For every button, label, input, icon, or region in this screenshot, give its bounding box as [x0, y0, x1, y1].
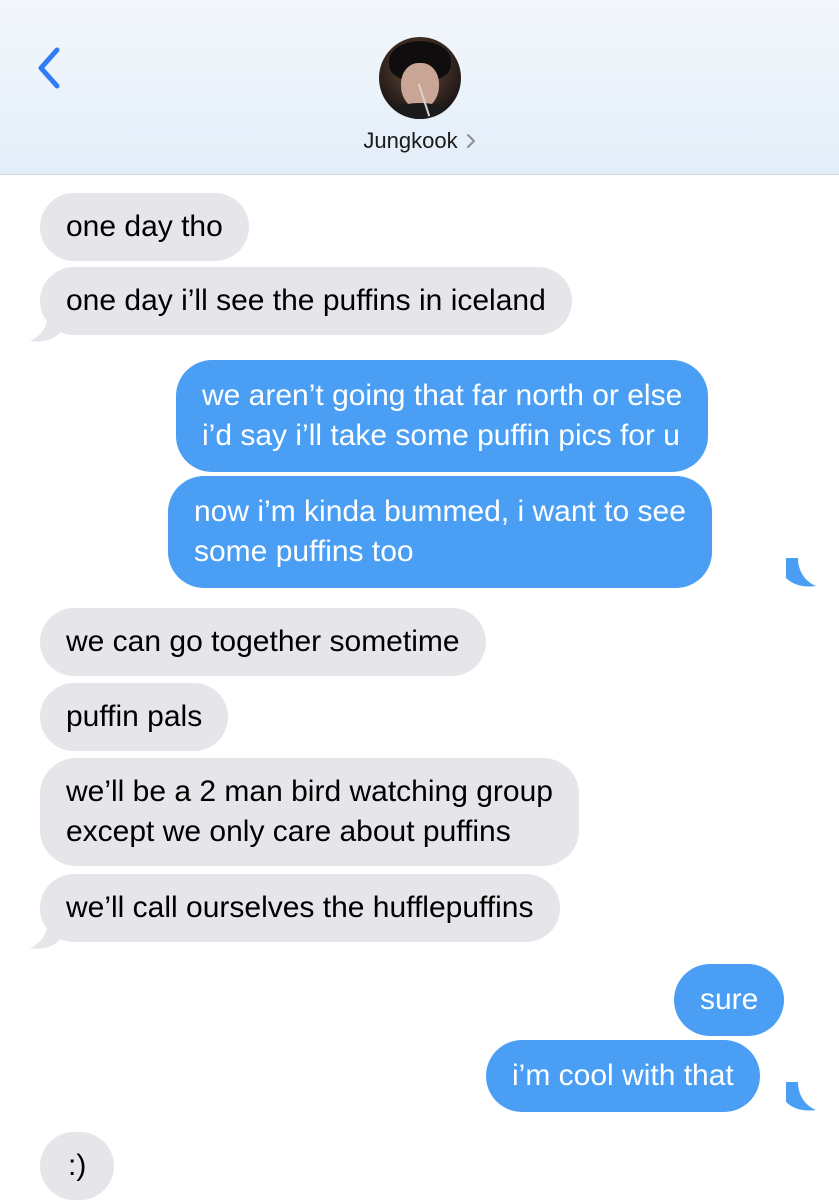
- message-thread: one day tho one day i’ll see the puffins…: [0, 174, 839, 1200]
- bubble-tail: [786, 1082, 816, 1111]
- message-bubble-sent[interactable]: now i’m kinda bummed, i want to see some…: [168, 476, 712, 588]
- avatar[interactable]: [379, 37, 461, 119]
- back-button[interactable]: [26, 42, 72, 94]
- chevron-left-icon: [38, 47, 60, 89]
- message-bubble-received[interactable]: puffin pals: [40, 683, 229, 751]
- message-bubble-sent[interactable]: we aren’t going that far north or else i…: [176, 360, 709, 472]
- message-bubble-received[interactable]: we can go together sometime: [40, 608, 486, 676]
- message-bubble-sent[interactable]: sure: [674, 964, 785, 1036]
- message-bubble-received[interactable]: :): [40, 1132, 115, 1200]
- message-bubble-received[interactable]: we’ll be a 2 man bird watching group exc…: [40, 758, 579, 866]
- chevron-right-icon: [466, 133, 476, 149]
- bubble-tail: [786, 558, 816, 587]
- conversation-header: Jungkook: [0, 0, 839, 175]
- contact-name-button[interactable]: Jungkook: [0, 126, 839, 156]
- contact-name: Jungkook: [363, 128, 458, 153]
- bubble-tail: [30, 313, 60, 342]
- message-bubble-received[interactable]: we’ll call ourselves the hufflepuffins: [40, 874, 560, 942]
- message-bubble-received[interactable]: one day i’ll see the puffins in iceland: [40, 267, 572, 335]
- message-bubble-received[interactable]: one day tho: [40, 193, 249, 261]
- message-bubble-sent[interactable]: i’m cool with that: [486, 1040, 760, 1112]
- bubble-tail: [30, 920, 60, 949]
